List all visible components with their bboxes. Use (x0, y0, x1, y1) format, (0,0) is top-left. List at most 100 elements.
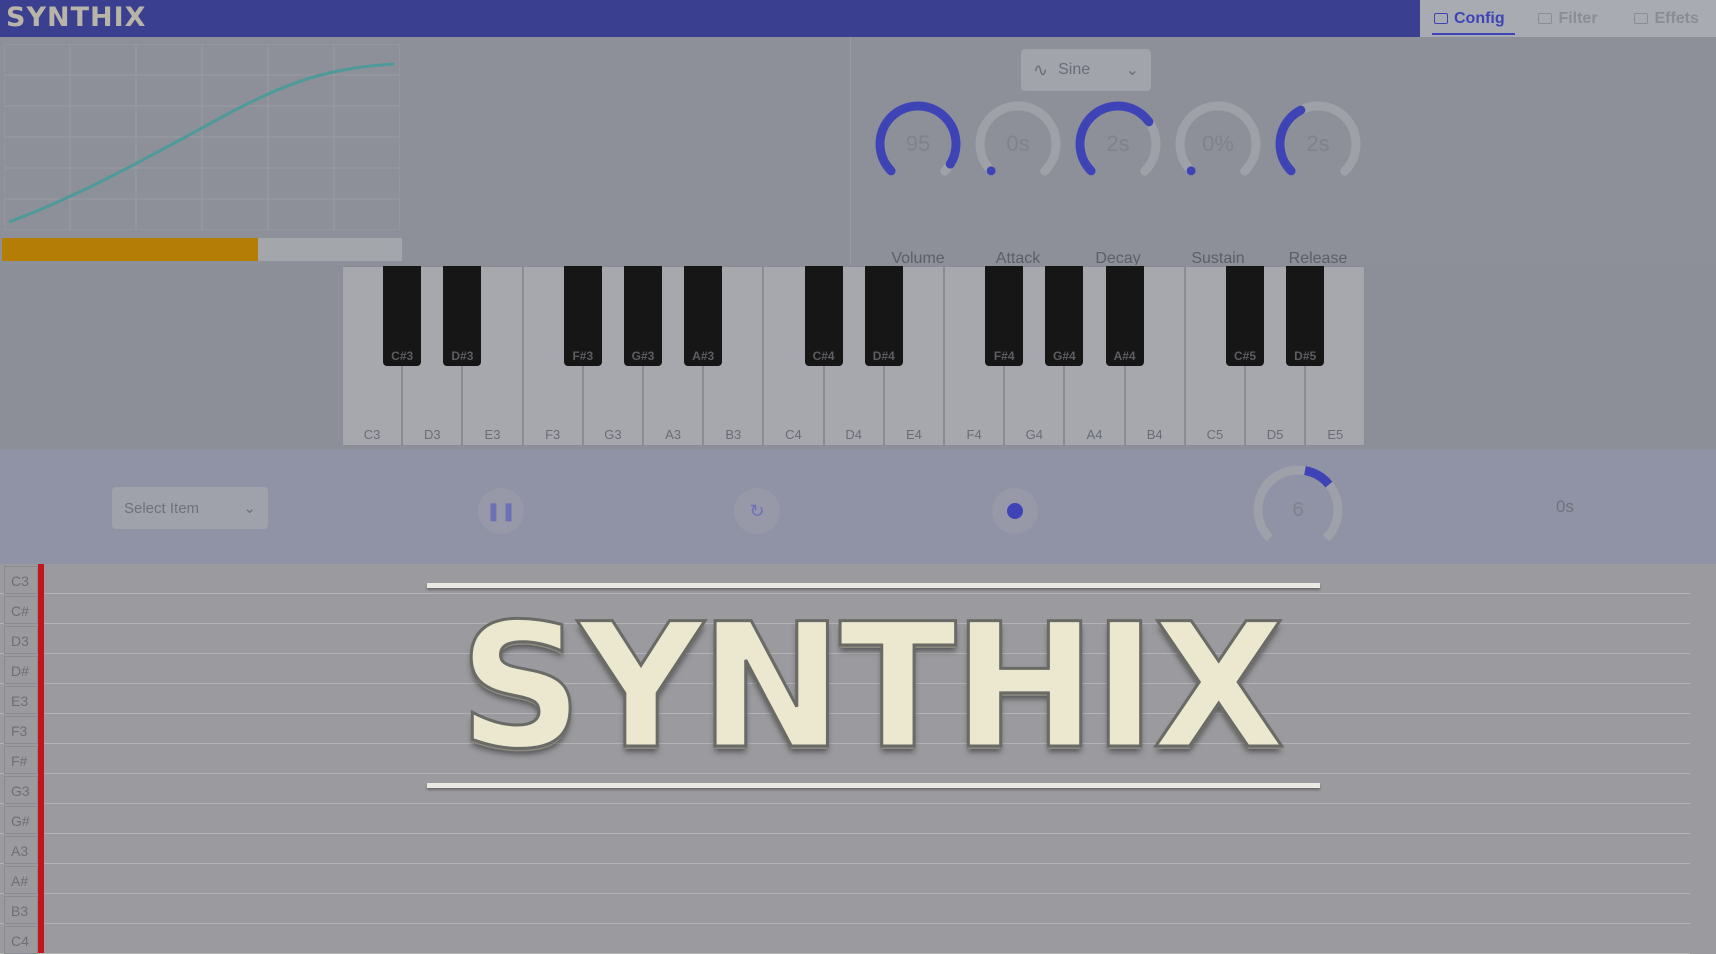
key-label: G4 (1025, 427, 1043, 442)
piano-key-gsharp3[interactable]: G#3 (624, 266, 662, 366)
piano-key-csharp3[interactable]: C#3 (383, 266, 422, 366)
key-label: F4 (966, 427, 982, 442)
knob-value: 0% (1202, 131, 1234, 156)
key-label: C5 (1206, 427, 1224, 442)
synthix-app: SYNTHIX Config Filter Effets ∿ Sine ⌄ 95… (0, 0, 1716, 954)
progress-fill (2, 238, 258, 261)
key-label: G#3 (631, 349, 655, 363)
adsr-panel: ∿ Sine ⌄ 95 Volume 0s Attack 2s Decay 0% Sustai… (850, 37, 1716, 267)
pause-button[interactable]: ❚❚ (478, 488, 524, 534)
logo-text: SYNTHIX (457, 586, 1286, 787)
logo-bottom-rule (427, 783, 1320, 788)
key-label: A#3 (692, 349, 715, 363)
piano-keyboard: C3 D3 E3 F3 G3 A3 B3 C4 D4 E4 F4 G4 A4 B4 C5 D5 E5 C#3 D#3… (342, 266, 1366, 446)
chevron-down-icon: ⌄ (1125, 62, 1139, 79)
roll-row[interactable] (0, 804, 1690, 834)
waveform-select[interactable]: ∿ Sine ⌄ (1021, 49, 1151, 91)
roll-note-label: C# (4, 596, 38, 624)
roll-note-label: D3 (4, 626, 38, 654)
waveform-label: Sine (1058, 61, 1091, 78)
effects-icon (1634, 13, 1649, 24)
piano-key-gsharp4[interactable]: G#4 (1045, 266, 1084, 366)
piano-key-csharp4[interactable]: C#4 (804, 266, 843, 366)
key-label: B4 (1146, 427, 1163, 442)
roll-row[interactable] (0, 924, 1690, 954)
piano-key-fsharp4[interactable]: F#4 (985, 266, 1024, 366)
tab-filter-label: Filter (1558, 9, 1598, 27)
roll-row[interactable] (0, 894, 1690, 924)
key-label: C3 (363, 427, 381, 442)
roll-note-label: F# (4, 746, 38, 774)
key-label: D5 (1266, 427, 1284, 442)
roll-note-label: B3 (4, 896, 38, 924)
tempo-value: 6 (1292, 499, 1304, 521)
tab-filter[interactable]: Filter (1519, 0, 1618, 37)
key-label: D#4 (872, 349, 895, 363)
roll-note-label: C4 (4, 926, 38, 954)
key-label: A4 (1086, 427, 1103, 442)
knob-release[interactable]: 2s Release (1259, 97, 1369, 267)
key-label: C#4 (812, 349, 835, 363)
roll-note-label: F3 (4, 716, 38, 744)
piano-key-asharp4[interactable]: A#4 (1105, 266, 1144, 366)
roll-note-label: E3 (4, 686, 38, 714)
chevron-down-icon: ⌄ (243, 500, 256, 517)
tab-effects[interactable]: Effets (1617, 0, 1716, 37)
tab-config[interactable]: Config (1420, 0, 1519, 37)
key-label: F#3 (572, 349, 594, 363)
roll-note-label: C3 (4, 566, 38, 594)
piano-key-asharp3[interactable]: A#3 (684, 266, 723, 366)
roll-note-label: A3 (4, 836, 38, 864)
key-label: D#5 (1294, 349, 1317, 363)
sine-wave-icon: ∿ (1033, 59, 1049, 80)
knob-value: 95 (905, 131, 931, 156)
roll-row[interactable] (0, 864, 1690, 894)
key-label: G#4 (1053, 349, 1076, 363)
item-select-placeholder: Select Item (124, 499, 200, 517)
pause-icon: ❚❚ (485, 500, 517, 521)
knob-value: 2s (1106, 131, 1130, 156)
knob-attack[interactable]: 0s Attack (959, 97, 1069, 267)
refresh-icon: ↻ (749, 500, 765, 521)
item-select[interactable]: Select Item ⌄ (112, 487, 268, 529)
brand-logo: SYNTHIX (6, 2, 147, 33)
record-icon (1007, 503, 1023, 519)
tab-config-label: Config (1454, 9, 1505, 27)
key-label: C#3 (391, 349, 414, 363)
top-bar: SYNTHIX Config Filter Effets (0, 0, 1716, 37)
key-label: D4 (845, 427, 862, 442)
tab-bar: Config Filter Effets (1420, 0, 1716, 37)
roll-note-label: G# (4, 806, 38, 834)
tab-effects-label: Effets (1654, 9, 1699, 27)
key-label: E4 (905, 427, 922, 442)
knob-volume[interactable]: 95 Volume (859, 97, 969, 267)
piano-key-dsharp4[interactable]: D#4 (864, 266, 903, 366)
roll-note-label: D# (4, 656, 38, 684)
piano-key-fsharp3[interactable]: F#3 (563, 266, 602, 366)
roll-note-label: A# (4, 866, 38, 894)
reset-button[interactable]: ↻ (734, 488, 780, 534)
roll-row[interactable] (0, 834, 1690, 864)
envelope-graph (4, 44, 400, 230)
roll-note-label: G3 (4, 776, 38, 804)
key-label: D3 (423, 427, 441, 442)
key-label: D#3 (451, 349, 474, 363)
key-label: C#5 (1233, 349, 1256, 363)
key-label: B3 (725, 427, 742, 442)
key-label: E5 (1327, 427, 1344, 442)
piano-key-csharp5[interactable]: C#5 (1226, 266, 1264, 366)
transport-controls: Select Item ⌄ ❚❚ ↻ 6 0s (0, 450, 1716, 564)
record-button[interactable] (992, 488, 1038, 534)
playhead[interactable] (38, 564, 44, 953)
piano-key-dsharp5[interactable]: D#5 (1286, 266, 1325, 366)
key-label: E3 (484, 427, 501, 442)
key-label: F3 (545, 427, 561, 442)
knob-sustain[interactable]: 0% Sustain (1159, 97, 1269, 267)
piano-key-dsharp3[interactable]: D#3 (443, 266, 482, 366)
knob-decay[interactable]: 2s Decay (1059, 97, 1169, 267)
key-label: F#4 (993, 349, 1015, 363)
logo-overlay: SYNTHIX (420, 583, 1320, 793)
key-label: G3 (604, 427, 622, 442)
knob-value: 0s (1006, 131, 1030, 156)
filter-icon (1538, 13, 1553, 24)
